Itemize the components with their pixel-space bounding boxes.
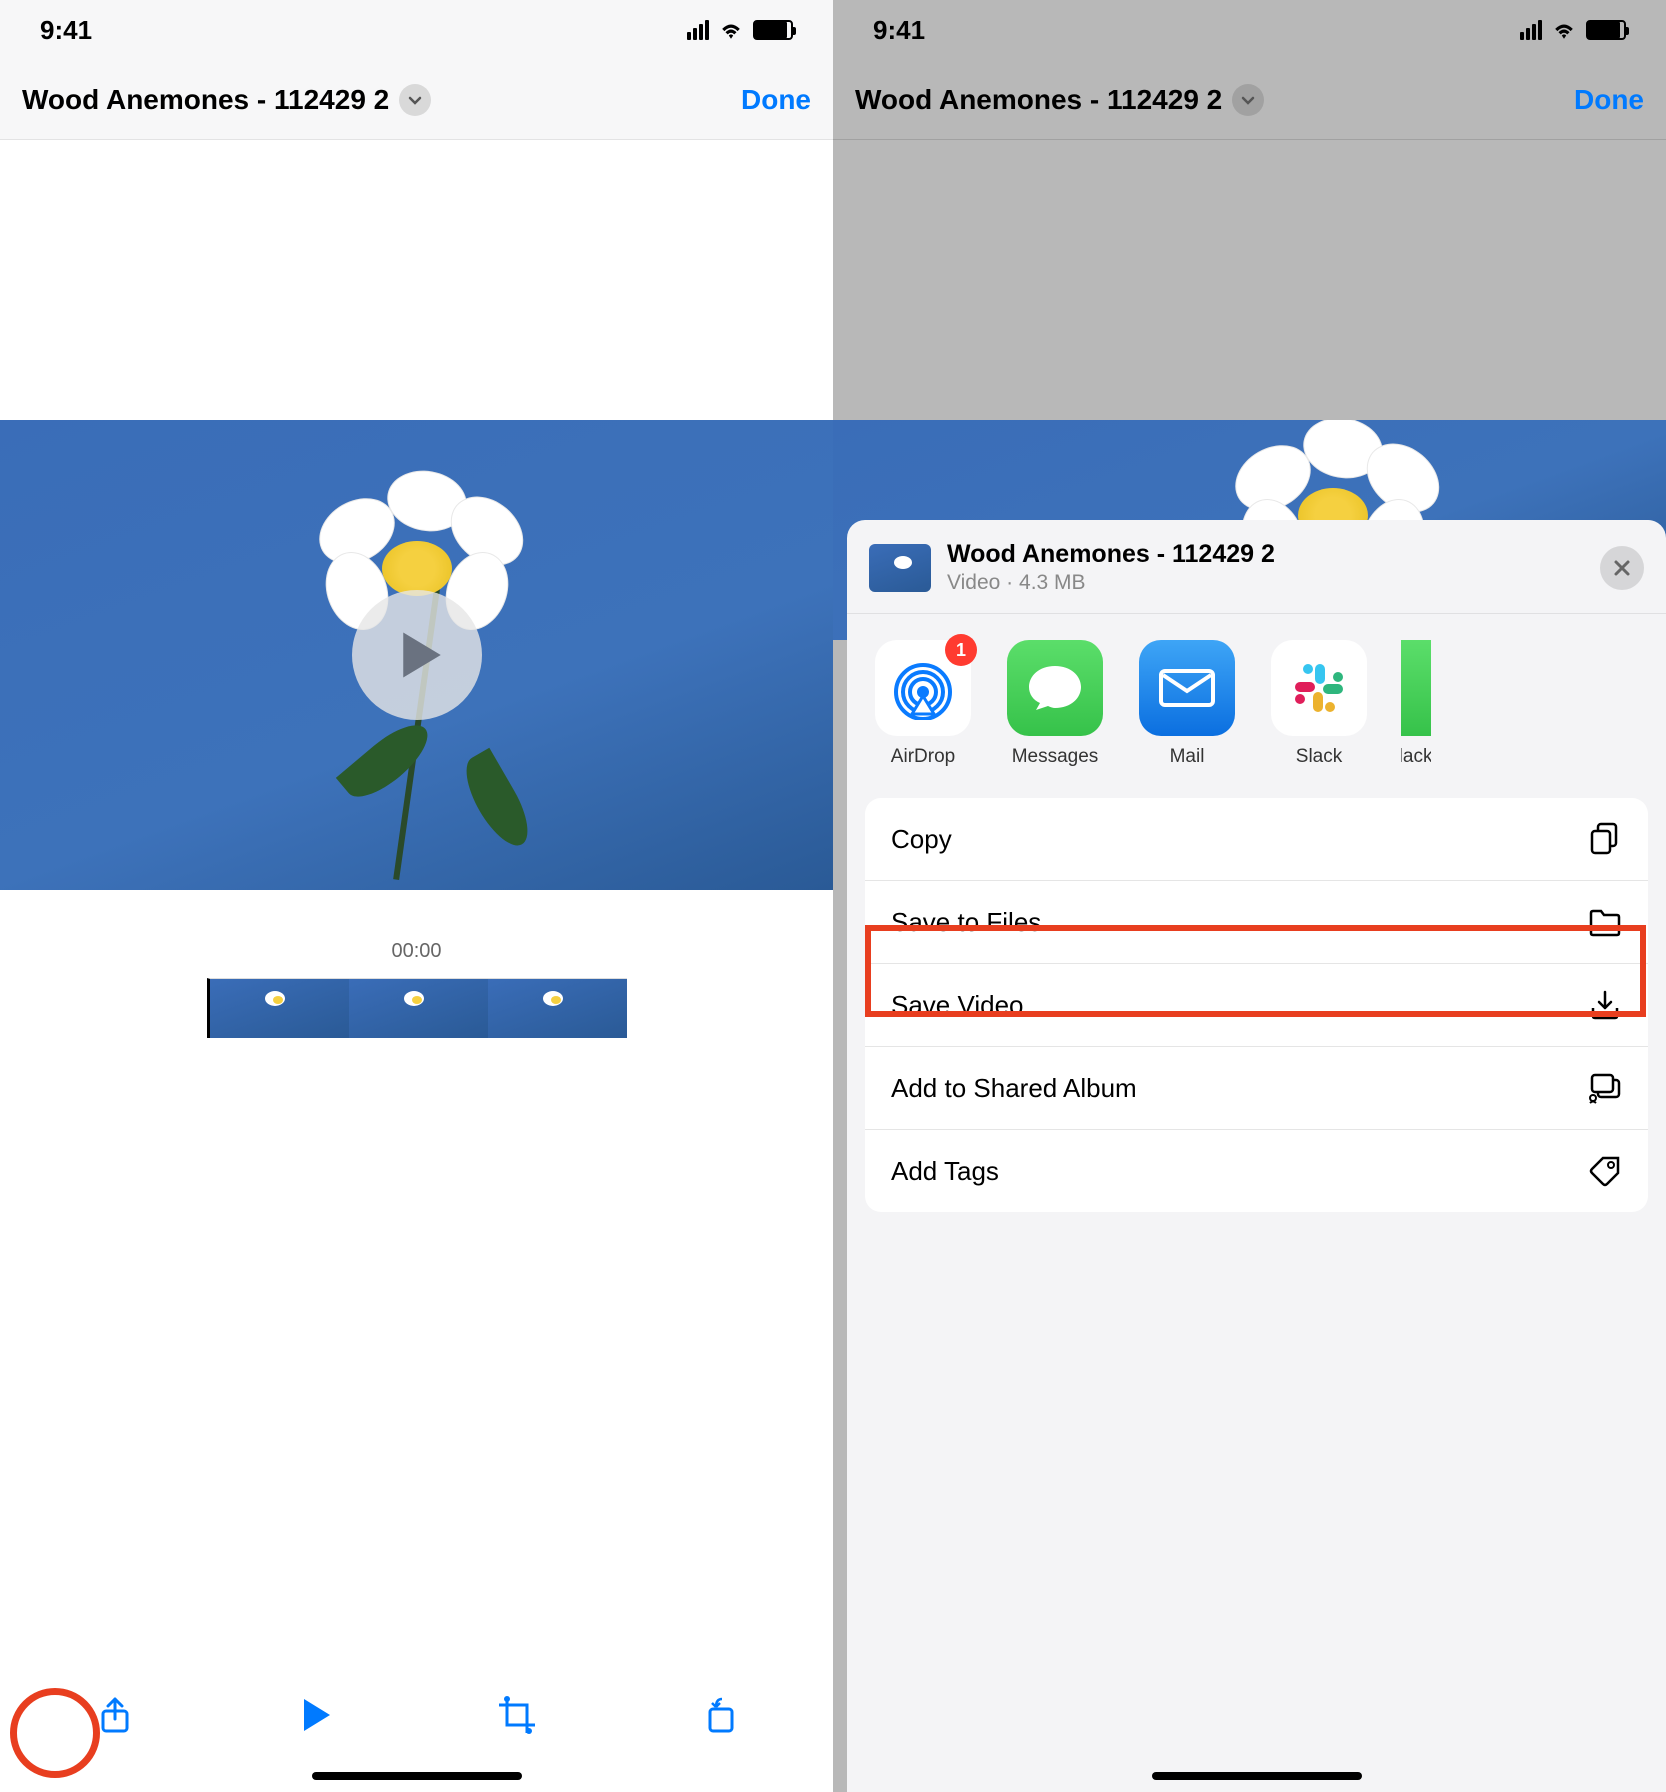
wifi-icon [717,19,745,41]
home-indicator[interactable] [1152,1772,1362,1780]
share-title: Wood Anemones - 112429 2 [947,540,1584,569]
share-button[interactable] [95,1695,135,1740]
page-title: Wood Anemones - 112429 2 [855,84,1264,116]
wifi-icon [1550,19,1578,41]
action-add-tags[interactable]: Add Tags [865,1130,1648,1212]
screenshot-right: 9:41 Wood Anemones - 112429 2 Done [833,0,1666,1792]
done-button[interactable]: Done [1574,84,1644,116]
share-subtitle: Video4.3 MB [947,571,1584,595]
action-list: Copy Save to Files Save Video Add to Sha… [865,798,1648,1212]
shared-album-icon [1588,1071,1622,1105]
action-label: Add to Shared Album [891,1073,1137,1104]
status-time: 9:41 [873,15,925,46]
app-slack[interactable]: Slack [1269,640,1369,768]
action-add-to-shared-album[interactable]: Add to Shared Album [865,1047,1648,1130]
chevron-down-icon[interactable] [399,84,431,116]
play-button[interactable] [352,590,482,720]
action-save-video[interactable]: Save Video [865,964,1648,1047]
annotation-circle [10,1688,100,1778]
crop-button[interactable] [497,1695,537,1740]
timecode-label: 00:00 [391,940,441,963]
video-preview[interactable] [0,420,833,890]
battery-icon [753,20,793,40]
screenshot-left: 9:41 Wood Anemones - 112429 2 Done [0,0,833,1792]
share-sheet: Wood Anemones - 112429 2 Video4.3 MB 1 A… [847,520,1666,1792]
action-copy[interactable]: Copy [865,798,1648,881]
play-toolbar-button[interactable] [296,1695,336,1740]
airdrop-icon: 1 [875,640,971,736]
tag-icon [1588,1154,1622,1188]
status-bar: 9:41 [0,0,833,60]
page-title: Wood Anemones - 112429 2 [22,84,431,116]
app-label: Slack [1296,746,1342,768]
chevron-down-icon[interactable] [1232,84,1264,116]
done-button[interactable]: Done [741,84,811,116]
home-indicator[interactable] [312,1772,522,1780]
slack-icon [1271,640,1367,736]
rotate-button[interactable] [698,1695,738,1740]
title-text: Wood Anemones - 112429 2 [855,84,1222,116]
action-label: Add Tags [891,1156,999,1187]
title-text: Wood Anemones - 112429 2 [22,84,389,116]
action-label: Copy [891,824,952,855]
partial-icon [1401,640,1431,736]
share-header: Wood Anemones - 112429 2 Video4.3 MB [847,520,1666,614]
share-thumbnail [869,544,931,592]
app-label: Mail [1170,746,1205,768]
status-right [687,19,793,41]
status-right [1520,19,1626,41]
action-label: Save to Files [891,907,1041,938]
app-label: Messages [1012,746,1099,768]
mail-icon [1139,640,1235,736]
status-bar: 9:41 [833,0,1666,60]
app-label: Slack [1401,746,1431,768]
battery-icon [1586,20,1626,40]
copy-icon [1588,822,1622,856]
app-partial[interactable]: Slack [1401,640,1431,768]
close-button[interactable] [1600,546,1644,590]
app-airdrop[interactable]: 1 AirDrop [873,640,973,768]
action-save-to-files[interactable]: Save to Files [865,881,1648,964]
nav-bar: Wood Anemones - 112429 2 Done [833,60,1666,140]
app-label: AirDrop [891,746,955,768]
messages-icon [1007,640,1103,736]
cellular-icon [687,20,709,40]
nav-bar: Wood Anemones - 112429 2 Done [0,60,833,140]
share-apps-row[interactable]: 1 AirDrop Messages Mail [847,614,1666,786]
timeline-scrubber[interactable] [207,978,627,1038]
cellular-icon [1520,20,1542,40]
download-icon [1588,988,1622,1022]
folder-icon [1588,905,1622,939]
badge: 1 [945,634,977,666]
action-label: Save Video [891,990,1024,1021]
app-messages[interactable]: Messages [1005,640,1105,768]
app-mail[interactable]: Mail [1137,640,1237,768]
status-time: 9:41 [40,15,92,46]
